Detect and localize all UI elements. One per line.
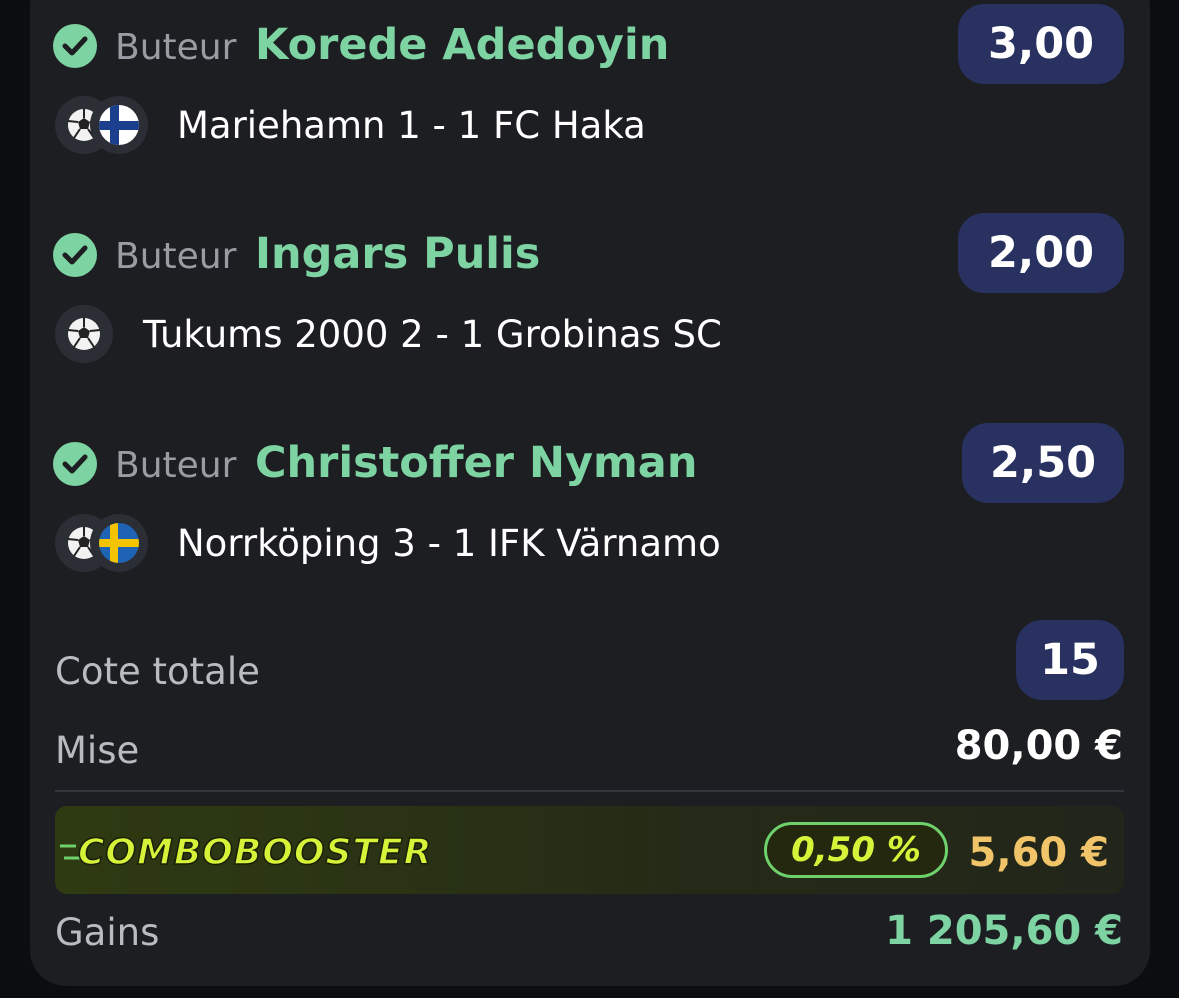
- soccer-ball-icon: [55, 305, 113, 363]
- match-score: Tukums 2000 2 - 1 Grobinas SC: [143, 313, 722, 356]
- gains-label: Gains: [55, 911, 160, 954]
- divider: [55, 790, 1124, 792]
- stake-amount: 80,00 €: [954, 723, 1123, 769]
- bet-odds-badge[interactable]: 2,00: [958, 213, 1124, 293]
- sweden-flag-icon: [90, 514, 148, 572]
- check-icon: [53, 24, 97, 68]
- bet-odds-badge[interactable]: 3,00: [958, 4, 1124, 84]
- match-score: Mariehamn 1 - 1 FC Haka: [177, 104, 646, 147]
- bet-odds-badge[interactable]: 2,50: [962, 423, 1124, 503]
- bet-market-label: Buteur: [115, 445, 237, 486]
- booster-percentage-badge: 0,50 %: [764, 822, 948, 878]
- booster-amount: 5,60 €: [968, 830, 1109, 876]
- total-odds-badge: 15: [1016, 620, 1124, 700]
- svg-text:COMBOBOOSTER: COMBOBOOSTER: [78, 832, 432, 873]
- bet-market-label: Buteur: [115, 27, 237, 68]
- gains-amount: 1 205,60 €: [885, 908, 1123, 954]
- check-icon: [53, 233, 97, 277]
- combo-booster-logo: COMBOBOOSTER: [60, 828, 470, 874]
- total-odds-label: Cote totale: [55, 650, 260, 693]
- bet-market-label: Buteur: [115, 236, 237, 277]
- bet-player-name: Korede Adedoyin: [255, 20, 670, 70]
- stake-label: Mise: [55, 729, 140, 772]
- check-icon: [53, 442, 97, 486]
- bet-player-name: Ingars Pulis: [255, 229, 541, 279]
- finland-flag-icon: [90, 96, 148, 154]
- bet-player-name: Christoffer Nyman: [255, 438, 698, 488]
- match-score: Norrköping 3 - 1 IFK Värnamo: [177, 522, 721, 565]
